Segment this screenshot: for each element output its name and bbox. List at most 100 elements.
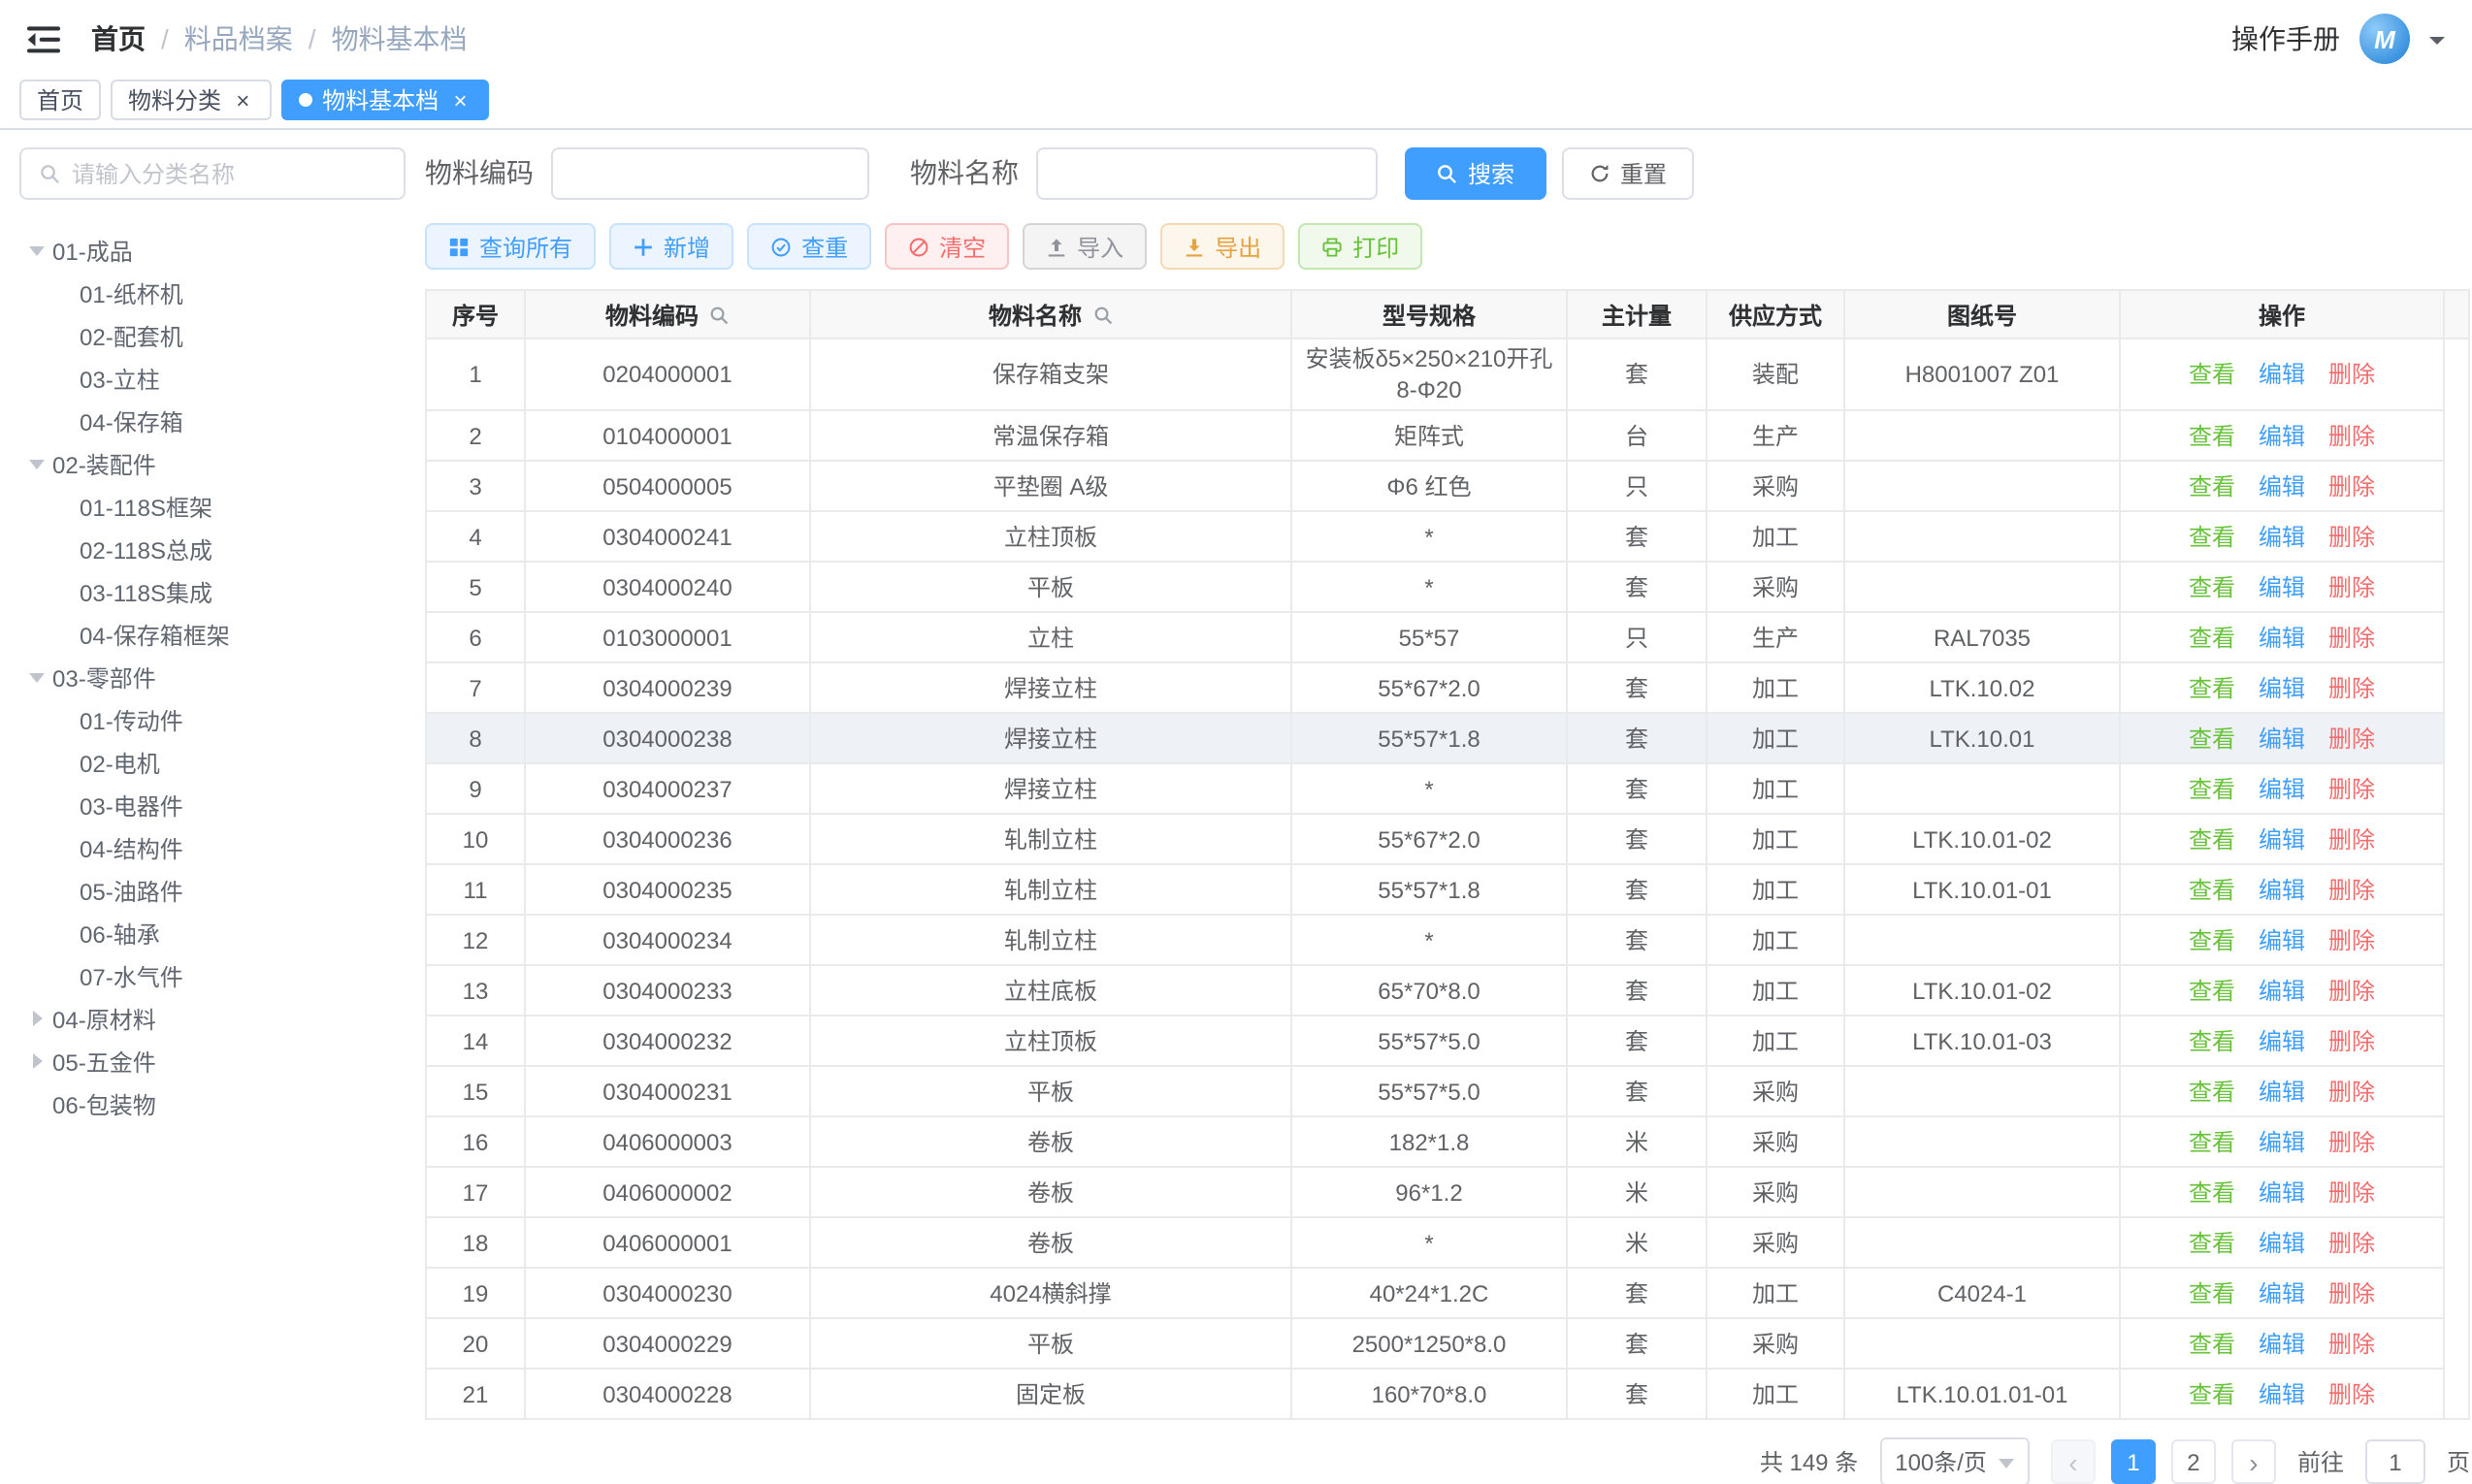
print-button[interactable]: 打印 <box>1298 223 1422 270</box>
delete-link[interactable]: 删除 <box>2328 1230 2375 1257</box>
close-icon[interactable] <box>448 88 472 112</box>
delete-link[interactable]: 删除 <box>2328 1028 2375 1055</box>
caret-down-icon[interactable] <box>19 663 52 691</box>
caret-right-icon[interactable] <box>19 1011 52 1026</box>
table-row[interactable]: 50304000240平板*套采购查看编辑删除 <box>426 563 2444 613</box>
delete-link[interactable]: 删除 <box>2328 361 2375 388</box>
view-link[interactable]: 查看 <box>2189 524 2235 551</box>
delete-link[interactable]: 删除 <box>2328 423 2375 450</box>
edit-link[interactable]: 编辑 <box>2259 927 2305 954</box>
clear-button[interactable]: 清空 <box>885 223 1009 270</box>
table-row[interactable]: 210304000228固定板160*70*8.0套加工LTK.10.01.01… <box>426 1370 2444 1420</box>
view-link[interactable]: 查看 <box>2189 625 2235 652</box>
tree-node[interactable]: 04-结构件 <box>19 826 406 869</box>
view-link[interactable]: 查看 <box>2189 1230 2235 1257</box>
delete-link[interactable]: 删除 <box>2328 1280 2375 1307</box>
view-link[interactable]: 查看 <box>2189 927 2235 954</box>
tab-home[interactable]: 首页 <box>19 80 101 120</box>
table-row[interactable]: 200304000229平板2500*1250*8.0套采购查看编辑删除 <box>426 1319 2444 1370</box>
delete-link[interactable]: 删除 <box>2328 776 2375 803</box>
table-row[interactable]: 130304000233立柱底板65*70*8.0套加工LTK.10.01-02… <box>426 966 2444 1016</box>
edit-link[interactable]: 编辑 <box>2259 1129 2305 1156</box>
delete-link[interactable]: 删除 <box>2328 1331 2375 1358</box>
delete-link[interactable]: 删除 <box>2328 1179 2375 1207</box>
breadcrumb-archive[interactable]: 料品档案 <box>184 19 293 58</box>
close-icon[interactable] <box>231 88 254 112</box>
tree-node[interactable]: 06-包装物 <box>19 1082 406 1125</box>
material-name-input[interactable] <box>1036 146 1378 199</box>
edit-link[interactable]: 编辑 <box>2259 877 2305 904</box>
tree-node[interactable]: 02-装配件 <box>19 442 406 485</box>
edit-link[interactable]: 编辑 <box>2259 1179 2305 1207</box>
view-link[interactable]: 查看 <box>2189 1280 2235 1307</box>
delete-link[interactable]: 删除 <box>2328 675 2375 702</box>
category-search-input[interactable] <box>72 160 386 187</box>
edit-link[interactable]: 编辑 <box>2259 625 2305 652</box>
table-row[interactable]: 170406000002卷板96*1.2米采购查看编辑删除 <box>426 1168 2444 1218</box>
table-row[interactable]: 10204000001保存箱支架安装板δ5×250×210开孔8-Φ20套装配H… <box>426 339 2444 411</box>
tree-node[interactable]: 01-纸杯机 <box>19 272 406 314</box>
delete-link[interactable]: 删除 <box>2328 524 2375 551</box>
tree-node[interactable]: 04-保存箱框架 <box>19 613 406 656</box>
add-button[interactable]: 新增 <box>609 223 733 270</box>
delete-link[interactable]: 删除 <box>2328 927 2375 954</box>
edit-link[interactable]: 编辑 <box>2259 1331 2305 1358</box>
tree-node[interactable]: 04-原材料 <box>19 997 406 1040</box>
column-search-icon[interactable] <box>708 304 730 325</box>
table-row[interactable]: 140304000232立柱顶板55*57*5.0套加工LTK.10.01-03… <box>426 1016 2444 1067</box>
goto-page-input[interactable] <box>2365 1440 2425 1484</box>
view-link[interactable]: 查看 <box>2189 776 2235 803</box>
edit-link[interactable]: 编辑 <box>2259 574 2305 601</box>
search-button[interactable]: 搜索 <box>1405 146 1546 199</box>
view-link[interactable]: 查看 <box>2189 826 2235 854</box>
delete-link[interactable]: 删除 <box>2328 826 2375 854</box>
edit-link[interactable]: 编辑 <box>2259 1280 2305 1307</box>
tab-material-category[interactable]: 物料分类 <box>111 80 272 120</box>
breadcrumb-home[interactable]: 首页 <box>91 19 146 58</box>
caret-down-icon[interactable] <box>19 237 52 264</box>
caret-right-icon[interactable] <box>19 1053 52 1069</box>
table-row[interactable]: 90304000237焊接立柱*套加工查看编辑删除 <box>426 764 2444 815</box>
tree-node[interactable]: 01-成品 <box>19 229 406 272</box>
page-size-select[interactable]: 100条/页 <box>1879 1438 2030 1484</box>
edit-link[interactable]: 编辑 <box>2259 978 2305 1005</box>
manual-link[interactable]: 操作手册 <box>2231 19 2340 58</box>
tree-node[interactable]: 03-零部件 <box>19 656 406 698</box>
view-link[interactable]: 查看 <box>2189 877 2235 904</box>
edit-link[interactable]: 编辑 <box>2259 776 2305 803</box>
check-duplicate-button[interactable]: 查重 <box>747 223 871 270</box>
table-row[interactable]: 60103000001立柱55*57只生产RAL7035查看编辑删除 <box>426 613 2444 663</box>
edit-link[interactable]: 编辑 <box>2259 1230 2305 1257</box>
edit-link[interactable]: 编辑 <box>2259 524 2305 551</box>
tree-node[interactable]: 01-传动件 <box>19 698 406 741</box>
caret-down-icon[interactable] <box>19 450 52 477</box>
delete-link[interactable]: 删除 <box>2328 574 2375 601</box>
view-link[interactable]: 查看 <box>2189 1028 2235 1055</box>
view-link[interactable]: 查看 <box>2189 473 2235 500</box>
edit-link[interactable]: 编辑 <box>2259 473 2305 500</box>
table-row[interactable]: 110304000235轧制立柱55*57*1.8套加工LTK.10.01-01… <box>426 865 2444 916</box>
edit-link[interactable]: 编辑 <box>2259 1381 2305 1408</box>
view-link[interactable]: 查看 <box>2189 1079 2235 1106</box>
tree-node[interactable]: 02-配套机 <box>19 314 406 357</box>
prev-page-button[interactable] <box>2051 1440 2096 1484</box>
page-button-2[interactable]: 2 <box>2171 1440 2216 1484</box>
table-row[interactable]: 70304000239焊接立柱55*67*2.0套加工LTK.10.02查看编辑… <box>426 663 2444 714</box>
view-link[interactable]: 查看 <box>2189 675 2235 702</box>
edit-link[interactable]: 编辑 <box>2259 361 2305 388</box>
table-row[interactable]: 160406000003卷板182*1.8米采购查看编辑删除 <box>426 1117 2444 1168</box>
tree-node[interactable]: 02-118S总成 <box>19 528 406 570</box>
tree-node[interactable]: 05-油路件 <box>19 869 406 912</box>
view-link[interactable]: 查看 <box>2189 1381 2235 1408</box>
tab-material-master[interactable]: 物料基本档 <box>281 80 489 120</box>
edit-link[interactable]: 编辑 <box>2259 726 2305 753</box>
import-button[interactable]: 导入 <box>1023 223 1147 270</box>
delete-link[interactable]: 删除 <box>2328 473 2375 500</box>
edit-link[interactable]: 编辑 <box>2259 675 2305 702</box>
edit-link[interactable]: 编辑 <box>2259 1028 2305 1055</box>
view-link[interactable]: 查看 <box>2189 1179 2235 1207</box>
table-row[interactable]: 180406000001卷板*米采购查看编辑删除 <box>426 1218 2444 1269</box>
tree-node[interactable]: 02-电机 <box>19 741 406 784</box>
tree-node[interactable]: 03-电器件 <box>19 784 406 826</box>
tree-node[interactable]: 01-118S框架 <box>19 485 406 528</box>
